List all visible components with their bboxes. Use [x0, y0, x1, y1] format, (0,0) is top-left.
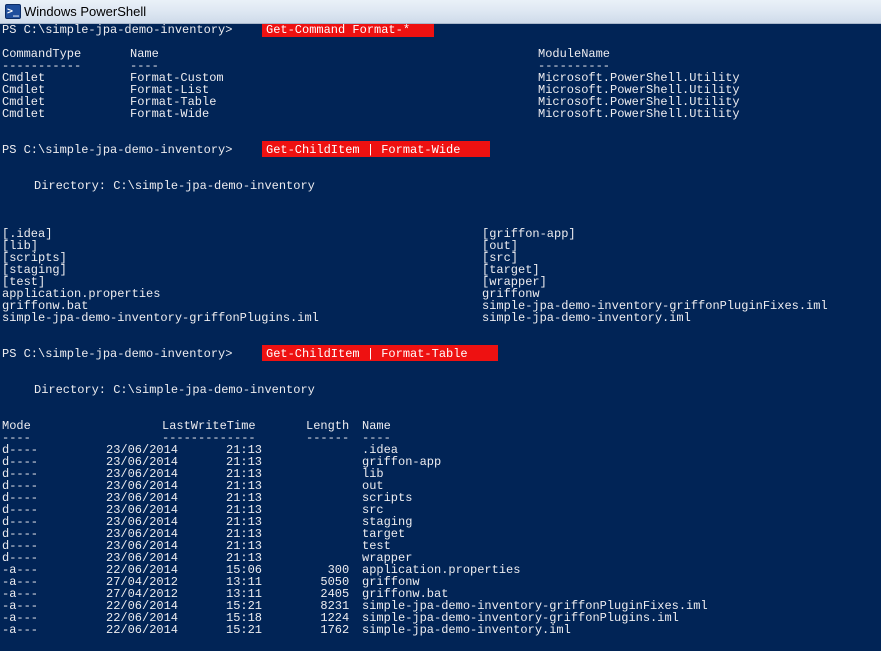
module-name: Microsoft.PowerShell.Utility — [538, 107, 740, 121]
wide-item-right: simple-jpa-demo-inventory.iml — [482, 311, 691, 325]
directory-line: Directory: C:\simple-jpa-demo-inventory — [34, 179, 315, 193]
file-date: 22/06/2014 — [106, 623, 179, 637]
console-output[interactable]: PS C:\simple-jpa-demo-inventory> Get-Comm… — [0, 24, 881, 651]
directory-line: Directory: C:\simple-jpa-demo-inventory — [34, 383, 315, 397]
file-mode: -a--- — [2, 623, 39, 637]
prompt: PS C:\simple-jpa-demo-inventory> — [2, 143, 233, 157]
prompt: PS C:\simple-jpa-demo-inventory> — [2, 347, 233, 361]
command-text: Get-ChildItem | Format-Wide — [266, 143, 461, 157]
wide-item-left: simple-jpa-demo-inventory-griffonPlugins… — [2, 311, 319, 325]
command-text: Get-Command Format-* — [266, 24, 411, 37]
command-type: Cmdlet — [2, 107, 46, 121]
command-name: Format-Wide — [130, 107, 210, 121]
title-bar[interactable]: >_ Windows PowerShell — [0, 0, 881, 24]
powershell-window: >_ Windows PowerShell PS C:\simple-jpa-d… — [0, 0, 881, 651]
file-time: 15:21 — [226, 623, 263, 637]
file-name: simple-jpa-demo-inventory.iml — [362, 623, 571, 637]
file-length: 1762 — [306, 623, 350, 637]
window-title: Windows PowerShell — [24, 4, 147, 19]
prompt: PS C:\simple-jpa-demo-inventory> — [2, 24, 233, 37]
command-text: Get-ChildItem | Format-Table — [266, 347, 468, 361]
powershell-icon: >_ — [5, 4, 21, 19]
